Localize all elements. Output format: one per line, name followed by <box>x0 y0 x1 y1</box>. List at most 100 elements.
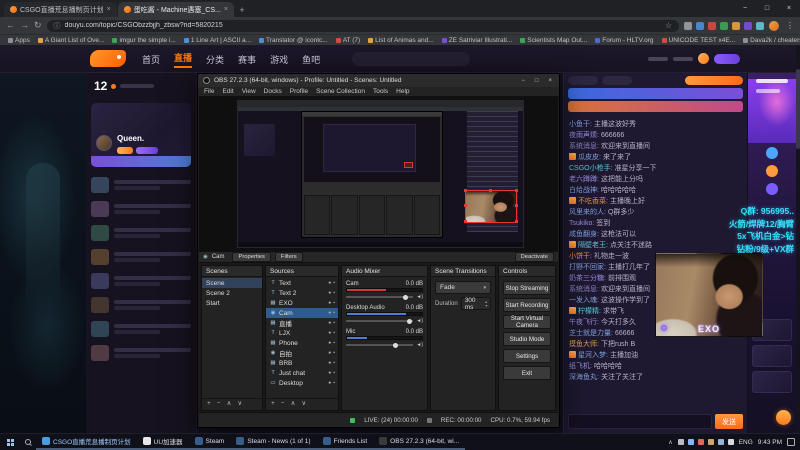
source-item[interactable]: T Just chat ● ▪ <box>266 368 338 378</box>
nav-link[interactable]: 鱼吧 <box>302 53 320 66</box>
chat-username[interactable]: 风里来的人: <box>569 209 606 216</box>
volume-slider[interactable]: ◄) <box>346 342 423 348</box>
visibility-eye-icon[interactable]: ● <box>328 380 331 386</box>
chat-username[interactable]: 瓜皮皮: <box>578 154 601 161</box>
lock-icon[interactable]: ▪ <box>333 350 335 356</box>
back-icon[interactable]: ← <box>6 21 15 30</box>
vip-entry-button[interactable] <box>685 76 743 85</box>
room-list-item[interactable] <box>91 245 191 269</box>
menu-item[interactable]: Tools <box>373 88 388 95</box>
room-list-item[interactable] <box>91 173 191 197</box>
chat-username[interactable]: 老六蹲蹲: <box>569 176 599 183</box>
chat-username[interactable]: 系统消息: <box>569 143 599 150</box>
dock-title[interactable]: Scene Transitions <box>431 266 495 277</box>
tab-close-icon[interactable]: × <box>224 6 228 13</box>
toolbar-icon[interactable]: + <box>271 401 275 408</box>
duration-spinner[interactable]: 300 ms ▴ ▾ <box>460 297 491 311</box>
dock-title[interactable]: Sources <box>266 266 338 277</box>
activity-banner[interactable] <box>568 101 743 112</box>
url-input[interactable]: ⓘ douyu.com/topic/CSGObzzbjjh_zbsw?rid=5… <box>46 19 679 32</box>
close-icon[interactable]: × <box>778 0 800 16</box>
extension-icon[interactable] <box>708 21 716 30</box>
scene-item[interactable]: Scene 2 <box>202 288 262 298</box>
enter-room-button[interactable] <box>91 156 191 167</box>
toolbar-icon[interactable]: − <box>217 401 221 408</box>
menu-item[interactable]: Docks <box>264 88 282 95</box>
speaker-icon[interactable]: ◄) <box>416 294 423 300</box>
source-item[interactable]: T Text ● ▪ <box>266 278 338 288</box>
slider-knob[interactable] <box>393 342 399 348</box>
source-item[interactable]: ◉ 自拍 ● ▪ <box>266 348 338 358</box>
room-list-item[interactable] <box>91 221 191 245</box>
extension-icon[interactable] <box>732 21 740 30</box>
volume-slider[interactable]: ◄) <box>346 294 423 300</box>
lock-icon[interactable]: ▪ <box>333 380 335 386</box>
source-item[interactable]: T LJX ● ▪ <box>266 328 338 338</box>
tray-icon[interactable] <box>707 439 714 445</box>
lock-icon[interactable]: ▪ <box>333 340 335 346</box>
toolbar-icon[interactable]: ∨ <box>237 401 242 408</box>
transition-select[interactable]: Fade ▾ <box>435 281 491 294</box>
chat-username[interactable]: 芝士就是力量: <box>569 330 613 337</box>
streamer-avatar[interactable] <box>96 135 112 151</box>
chat-send-button[interactable]: 发送 <box>715 414 743 429</box>
lock-icon[interactable]: ▪ <box>333 310 335 316</box>
header-action-button[interactable] <box>714 53 740 64</box>
bookmark-item[interactable]: List of Animas and... <box>368 37 434 44</box>
start-button[interactable] <box>0 434 20 450</box>
back-to-top-button[interactable] <box>776 410 791 425</box>
nav-link[interactable]: 赛事 <box>238 53 256 66</box>
scene-item[interactable]: Scene <box>202 278 262 288</box>
new-tab-button[interactable]: + <box>235 3 249 17</box>
lock-icon[interactable]: ▪ <box>333 320 335 326</box>
reload-icon[interactable]: ↻ <box>34 21 42 30</box>
streamer-card[interactable]: Queen. <box>91 103 191 167</box>
clock[interactable]: 9:43 PM <box>758 439 782 446</box>
source-item[interactable]: ▦ BRB ● ▪ <box>266 358 338 368</box>
toolbar-icon[interactable]: + <box>207 401 211 408</box>
bookmark-item[interactable]: Dava2k / cheaters... <box>743 37 800 44</box>
chat-username[interactable]: 隔壁老王: <box>578 242 608 249</box>
source-action-button[interactable]: Filters <box>274 251 303 263</box>
browser-tab[interactable]: 蛋吃酱 - Machine遇塞_CS... × <box>117 2 234 17</box>
chat-tab[interactable] <box>568 76 598 85</box>
spinner-arrows-icon[interactable]: ▴ ▾ <box>485 300 487 307</box>
menu-item[interactable]: View <box>242 88 256 95</box>
nav-link[interactable]: 分类 <box>206 53 224 66</box>
control-button[interactable]: Settings <box>503 349 551 363</box>
profile-avatar[interactable] <box>769 20 779 31</box>
lock-icon[interactable]: ▪ <box>333 290 335 296</box>
maximize-icon[interactable]: □ <box>756 0 778 16</box>
extension-icon[interactable] <box>756 21 764 30</box>
bookmark-star-icon[interactable]: ☆ <box>665 21 672 30</box>
bookmark-item[interactable]: 1 Line Art | ASCII a... <box>183 37 251 44</box>
chat-username[interactable]: 小饼干: <box>569 253 592 260</box>
language-indicator[interactable]: ENG <box>739 439 753 446</box>
bookmark-item[interactable]: UNICODE TEST x4E... <box>661 37 735 44</box>
scrollbar-thumb[interactable] <box>796 69 800 149</box>
visibility-eye-icon[interactable]: ● <box>328 310 331 316</box>
extension-icon[interactable] <box>744 21 752 30</box>
menu-item[interactable]: Edit <box>222 88 233 95</box>
douyu-logo[interactable] <box>90 50 126 67</box>
lock-icon[interactable]: ▪ <box>333 370 335 376</box>
chat-username[interactable]: 夜雨声烦: <box>569 132 599 139</box>
bookmark-item[interactable]: Scientists Map Out... <box>520 37 587 44</box>
control-button[interactable]: Exit <box>503 366 551 380</box>
speaker-icon[interactable]: ◄) <box>416 342 423 348</box>
visibility-eye-icon[interactable]: ● <box>328 300 331 306</box>
nav-link[interactable]: 首页 <box>142 53 160 66</box>
dock-title[interactable]: Scenes <box>202 266 262 277</box>
forward-icon[interactable]: → <box>20 21 29 30</box>
chat-tab[interactable] <box>602 76 632 85</box>
chat-username[interactable]: 摸鱼大师: <box>569 341 599 348</box>
bookmark-item[interactable]: Forum - HLTV.org <box>595 37 654 44</box>
bookmark-item[interactable]: A Giant List of Ove... <box>37 37 104 44</box>
banner-thumb[interactable] <box>752 345 792 367</box>
site-search-input[interactable] <box>352 52 470 66</box>
source-item[interactable]: ▦ EXO ● ▪ <box>266 298 338 308</box>
tray-icon[interactable] <box>717 439 724 445</box>
chat-username[interactable]: 柠檬精: <box>578 308 601 315</box>
dock-title[interactable]: Controls <box>499 266 555 277</box>
quick-action-icon[interactable] <box>766 183 778 195</box>
